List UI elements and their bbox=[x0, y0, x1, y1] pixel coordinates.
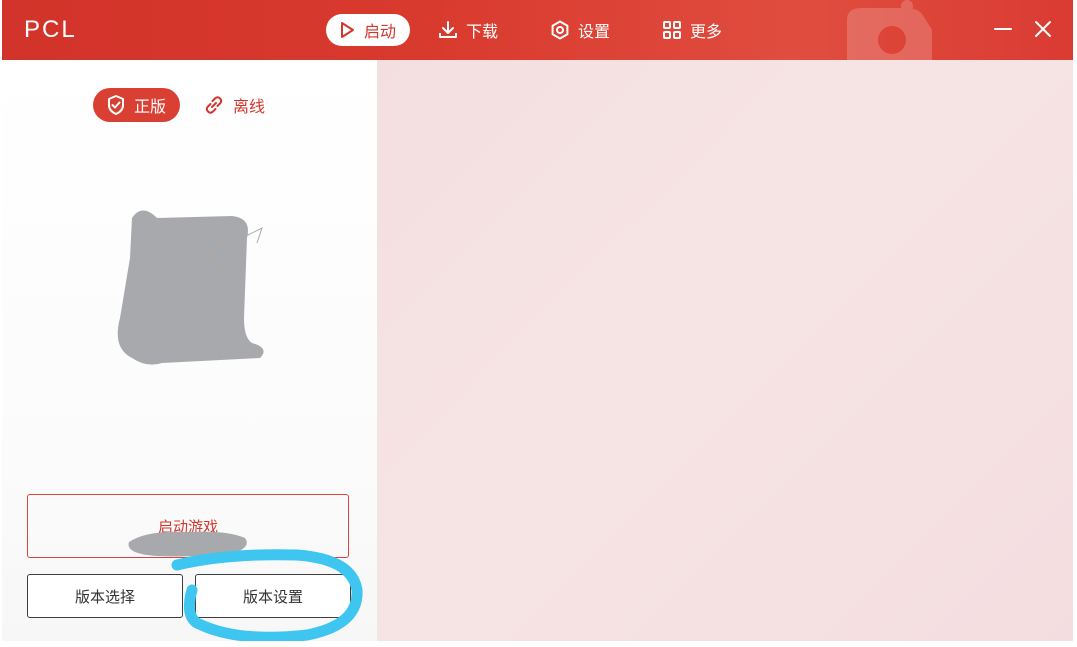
offline-login-tab[interactable]: 离线 bbox=[204, 93, 265, 117]
version-settings-button[interactable]: 版本设置 bbox=[195, 574, 351, 618]
login-type-switch: 正版 离线 bbox=[93, 88, 265, 122]
tab-settings-label: 设置 bbox=[578, 22, 611, 41]
play-icon bbox=[341, 22, 354, 38]
version-select-button[interactable]: 版本选择 bbox=[27, 574, 183, 618]
tab-settings[interactable]: 设置 bbox=[538, 14, 624, 46]
premium-login-tab[interactable]: 正版 bbox=[93, 88, 181, 122]
premium-login-label: 正版 bbox=[134, 97, 167, 116]
background-logo-icon bbox=[847, 0, 932, 60]
minimize-icon[interactable] bbox=[992, 18, 1014, 40]
tab-download[interactable]: 下载 bbox=[426, 14, 512, 46]
launcher-window: PCL 启动 下载 设置 更多 正版 离线 启动游戏 版本选择 版本设置 bbox=[2, 0, 1073, 641]
link-broken-icon bbox=[205, 96, 223, 114]
download-icon bbox=[439, 21, 458, 38]
grid-icon bbox=[663, 21, 682, 39]
redaction-mark bbox=[128, 531, 247, 557]
tab-more-label: 更多 bbox=[690, 22, 723, 41]
player-avatar bbox=[117, 210, 264, 365]
main-nav: 启动 下载 设置 更多 bbox=[326, 13, 744, 47]
title-bar: PCL 启动 下载 设置 更多 bbox=[2, 0, 1073, 60]
tab-launch[interactable]: 启动 bbox=[326, 14, 411, 46]
launch-sidebar: 正版 离线 启动游戏 版本选择 版本设置 bbox=[2, 60, 377, 641]
app-title: PCL bbox=[24, 16, 77, 43]
tab-more[interactable]: 更多 bbox=[650, 14, 736, 46]
tab-launch-label: 启动 bbox=[364, 22, 397, 41]
tab-download-label: 下载 bbox=[466, 22, 499, 41]
close-icon[interactable] bbox=[1032, 18, 1054, 40]
shield-check-icon bbox=[108, 95, 124, 115]
settings-icon bbox=[551, 20, 569, 40]
main-content-area bbox=[377, 60, 1073, 641]
version-settings-label: 版本设置 bbox=[242, 587, 303, 606]
offline-login-label: 离线 bbox=[233, 97, 266, 116]
version-select-label: 版本选择 bbox=[74, 587, 135, 606]
